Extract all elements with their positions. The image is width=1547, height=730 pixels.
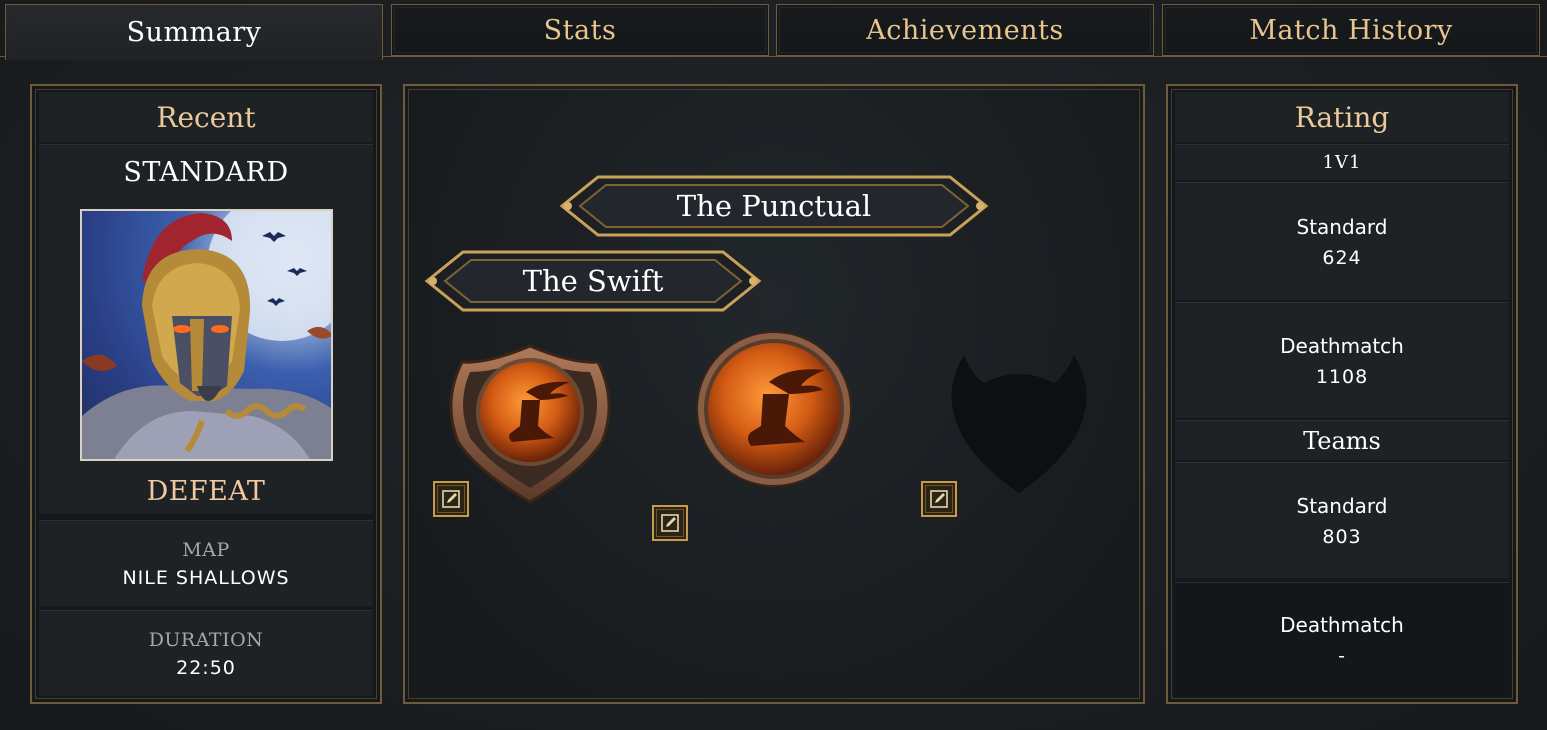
edit-emblem-1-button[interactable] xyxy=(433,481,469,517)
title-primary-text: The Punctual xyxy=(676,189,872,223)
edit-emblem-2-button[interactable] xyxy=(652,505,688,541)
duration-cell: DURATION 22:50 xyxy=(39,610,373,696)
duration-label: DURATION xyxy=(148,628,264,651)
tab-match-history-label: Match History xyxy=(1249,14,1453,46)
group1-label-cell: 1V1 xyxy=(1175,144,1509,180)
rating-1v1-deathmatch: Deathmatch 1108 xyxy=(1175,302,1509,418)
rating-1v1-standard: Standard 624 xyxy=(1175,182,1509,300)
tab-achievements-label: Achievements xyxy=(866,14,1064,46)
match-mode: STANDARD xyxy=(123,157,289,188)
result-cell: DEFEAT xyxy=(39,466,373,516)
group2-label-cell: Teams xyxy=(1175,420,1509,460)
tab-bar: Summary Stats Achievements Match History xyxy=(0,0,1547,60)
rating-panel: Rating 1V1 Standard 624 Deathmatch 1108 … xyxy=(1166,84,1518,704)
pencil-icon xyxy=(661,514,679,532)
recent-heading: Recent xyxy=(156,100,256,134)
title-banner-primary[interactable]: The Punctual xyxy=(558,175,990,237)
title-secondary-text: The Swift xyxy=(522,264,664,298)
stat-label: Standard xyxy=(1296,214,1388,239)
stat-label: Standard xyxy=(1296,493,1388,518)
rating-heading-cell: Rating xyxy=(1175,92,1509,142)
rating-teams-standard: Standard 803 xyxy=(1175,462,1509,578)
map-cell: MAP NILE SHALLOWS xyxy=(39,520,373,606)
tab-stats[interactable]: Stats xyxy=(391,4,769,56)
tab-stats-label: Stats xyxy=(543,14,617,46)
stat-value: 803 xyxy=(1322,525,1362,548)
duration-value: 22:50 xyxy=(176,656,236,679)
tab-achievements[interactable]: Achievements xyxy=(776,4,1154,56)
god-portrait[interactable] xyxy=(80,209,333,461)
stat-value: 624 xyxy=(1322,246,1362,269)
group2-label: Teams xyxy=(1303,426,1381,455)
stat-value: - xyxy=(1338,644,1346,667)
tab-match-history[interactable]: Match History xyxy=(1162,4,1540,56)
profile-screen: Summary Stats Achievements Match History… xyxy=(0,0,1547,730)
stat-label: Deathmatch xyxy=(1280,612,1404,637)
map-value: NILE SHALLOWS xyxy=(122,566,290,589)
group1-label: 1V1 xyxy=(1322,152,1362,173)
pencil-icon xyxy=(442,490,460,508)
match-result: DEFEAT xyxy=(146,475,266,507)
winged-sandal-icon[interactable] xyxy=(695,330,853,488)
rating-teams-deathmatch: Deathmatch - xyxy=(1175,582,1509,696)
title-banner-secondary[interactable]: The Swift xyxy=(423,250,763,312)
stat-label: Deathmatch xyxy=(1280,333,1404,358)
pencil-icon xyxy=(930,490,948,508)
tab-summary[interactable]: Summary xyxy=(5,4,383,60)
stat-value: 1108 xyxy=(1315,365,1369,388)
tab-summary-label: Summary xyxy=(126,17,262,48)
edit-emblem-3-button[interactable] xyxy=(921,481,957,517)
rating-heading: Rating xyxy=(1294,100,1390,134)
empty-crest-icon xyxy=(951,355,1087,493)
map-label: MAP xyxy=(182,538,230,561)
spartan-warrior-portrait xyxy=(82,211,331,459)
recent-heading-cell: Recent xyxy=(39,92,373,142)
